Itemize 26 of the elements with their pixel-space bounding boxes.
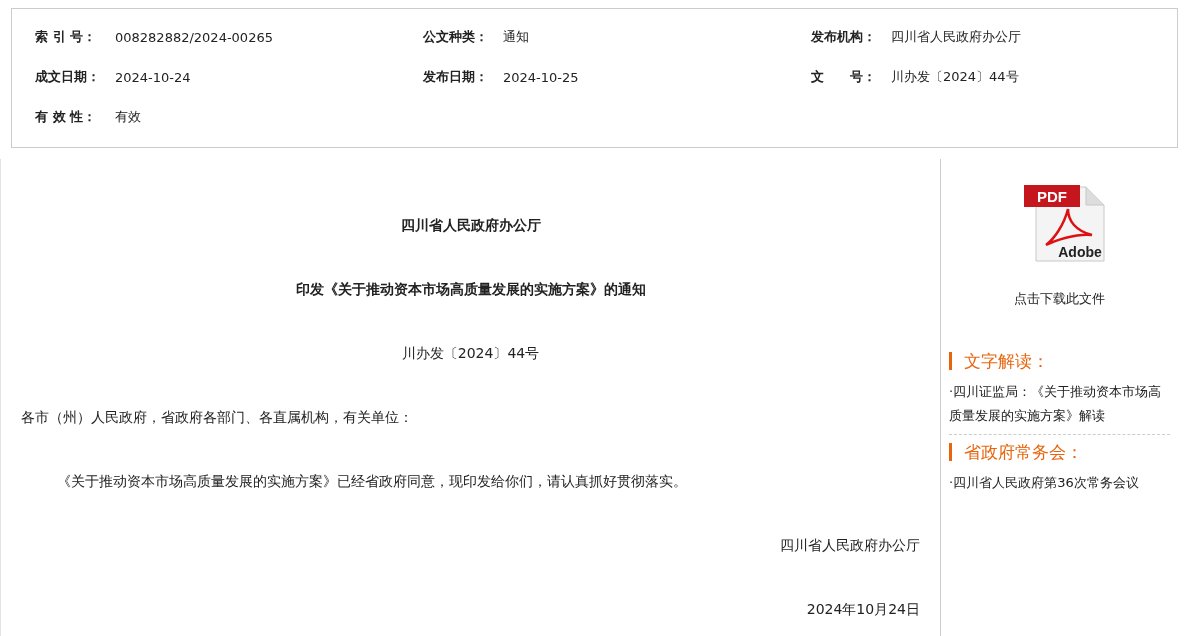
meta-value: 川办发〔2024〕44号	[891, 68, 1019, 86]
meta-label: 发布机构：	[811, 28, 877, 46]
meta-label: 公文种类：	[423, 28, 489, 46]
meta-value: 有效	[115, 108, 141, 126]
meta-label: 成文日期：	[35, 68, 101, 86]
meta-value: 2024-10-24	[115, 69, 191, 85]
related-link[interactable]: ·四川省人民政府第36次常务会议	[949, 471, 1170, 495]
document-title: 印发《关于推动资本市场高质量发展的实施方案》的通知	[294, 280, 647, 299]
section-heading: 省政府常务会：	[949, 443, 1170, 461]
meta-value: 通知	[503, 28, 529, 46]
section-heading: 文字解读：	[949, 352, 1170, 370]
meta-value: 2024-10-25	[503, 69, 579, 85]
document-issuer: 四川省人民政府办公厅	[399, 216, 542, 235]
meta-value: 008282882/2024-00265	[115, 29, 273, 45]
body-paragraph: 《关于推动资本市场高质量发展的实施方案》已经省政府同意，现印发给你们，请认真抓好贯彻落实。	[56, 472, 688, 491]
meta-value: 四川省人民政府办公厅	[891, 28, 1021, 46]
document-number: 川办发〔2024〕44号	[400, 344, 541, 363]
download-link[interactable]: 点击下载此文件	[1014, 290, 1105, 308]
meta-label: 有 效 性：	[35, 108, 98, 126]
related-link[interactable]: ·四川证监局：《关于推动资本市场高质量发展的实施方案》解读	[949, 380, 1170, 428]
meta-label: 发布日期：	[423, 68, 489, 86]
signature: 四川省人民政府办公厅	[779, 536, 920, 555]
salutation: 各市（州）人民政府，省政府各部门、各直属机构，有关单位：	[21, 408, 414, 427]
document-date: 2024年10月24日	[805, 600, 920, 619]
meta-label: 文 号：	[811, 68, 877, 86]
meta-label: 索 引 号：	[35, 28, 98, 46]
